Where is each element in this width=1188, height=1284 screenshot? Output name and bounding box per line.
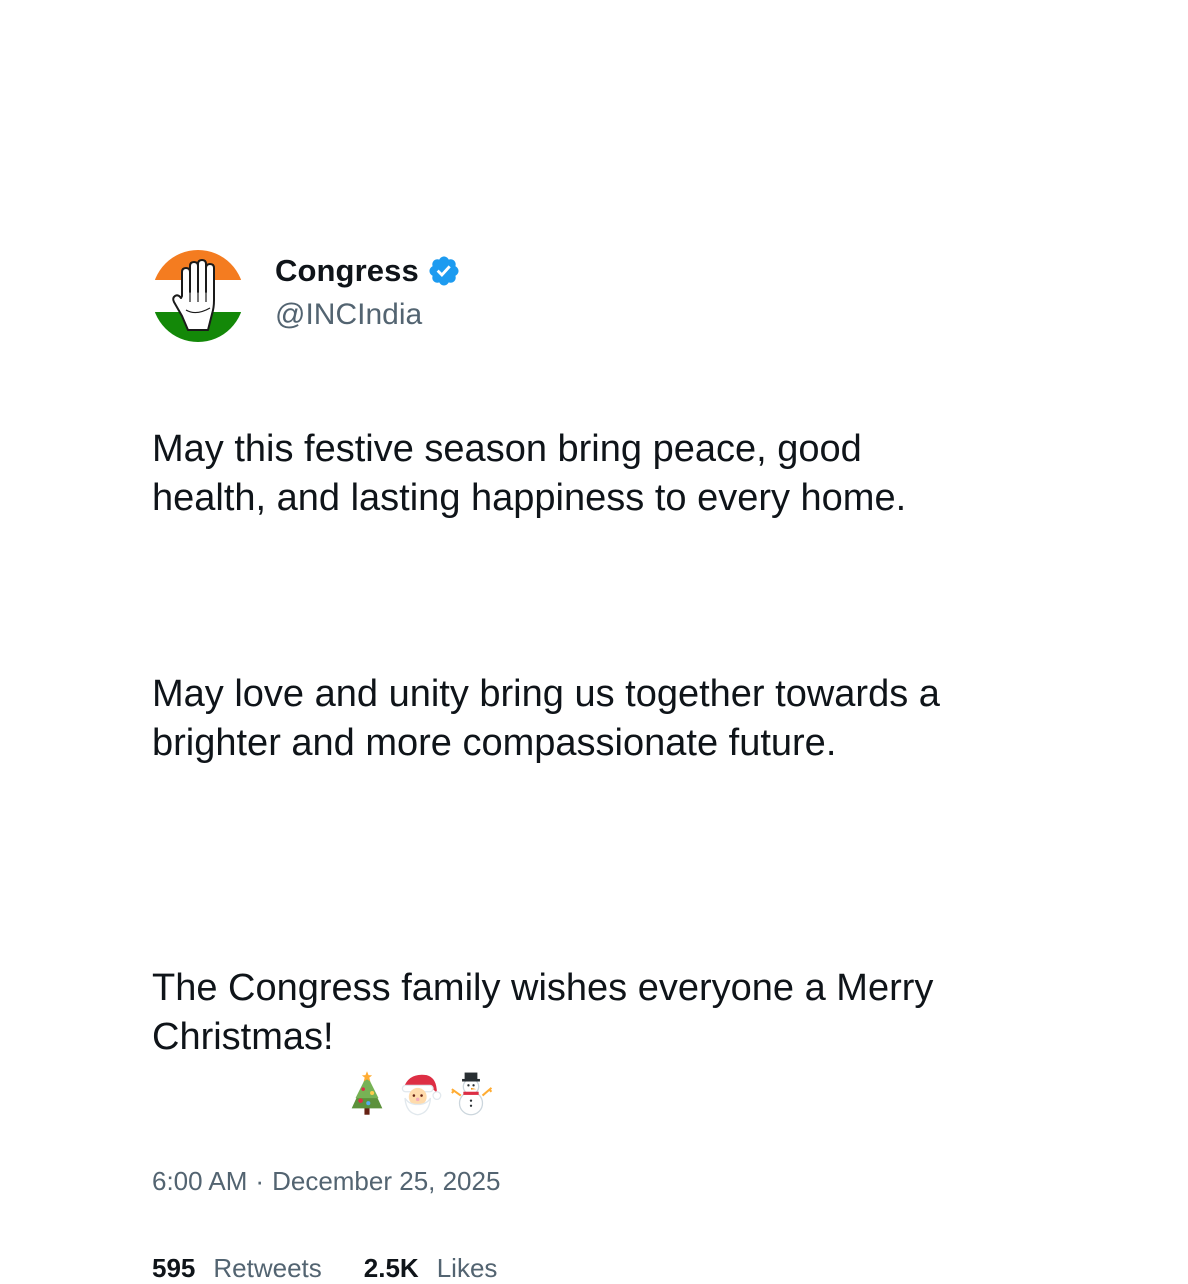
- timestamp-separator: ·: [255, 1166, 265, 1196]
- tweet-text: May this festive season bring peace, goo…: [152, 376, 1052, 1116]
- tweet-paragraph-text: The Congress family wishes everyone a Me…: [152, 967, 934, 1058]
- christmas-tree-icon: [344, 1021, 390, 1115]
- tweet-timestamp[interactable]: 6:00 AM · December 25, 2025: [152, 1166, 1052, 1197]
- snowman-icon: [448, 1021, 494, 1116]
- santa-icon: [396, 1021, 442, 1116]
- author-names: Congress @INCIndia: [275, 250, 461, 332]
- display-name[interactable]: Congress: [275, 253, 419, 289]
- retweets-count: 595: [152, 1253, 196, 1283]
- tweet-header: Congress @INCIndia: [152, 250, 1052, 346]
- tweet-date: December 25, 2025: [272, 1166, 501, 1196]
- retweets-label: Retweets: [213, 1253, 322, 1283]
- tweet-paragraph-last: The Congress family wishes everyone a Me…: [152, 915, 1022, 1116]
- tweet-stats: 595 Retweets 2.5K Likes: [152, 1253, 1052, 1284]
- likes-label: Likes: [436, 1253, 498, 1283]
- congress-hand-icon: [152, 250, 244, 342]
- avatar[interactable]: [152, 250, 244, 342]
- author-handle[interactable]: @INCIndia: [275, 298, 461, 332]
- retweets-stat[interactable]: 595 Retweets: [152, 1253, 322, 1284]
- tweet-paragraph: May this festive season bring peace, goo…: [152, 428, 907, 519]
- tweet-time: 6:00 AM: [152, 1166, 248, 1196]
- likes-count: 2.5K: [363, 1253, 419, 1283]
- tweet-card: Congress @INCIndia May this festive seas…: [152, 250, 1052, 1284]
- emoji-row: [344, 1021, 494, 1116]
- display-name-row: Congress: [275, 252, 461, 290]
- verified-badge-icon: [427, 254, 461, 288]
- tweet-paragraph: May love and unity bring us together tow…: [152, 673, 940, 764]
- likes-stat[interactable]: 2.5K Likes: [364, 1253, 498, 1284]
